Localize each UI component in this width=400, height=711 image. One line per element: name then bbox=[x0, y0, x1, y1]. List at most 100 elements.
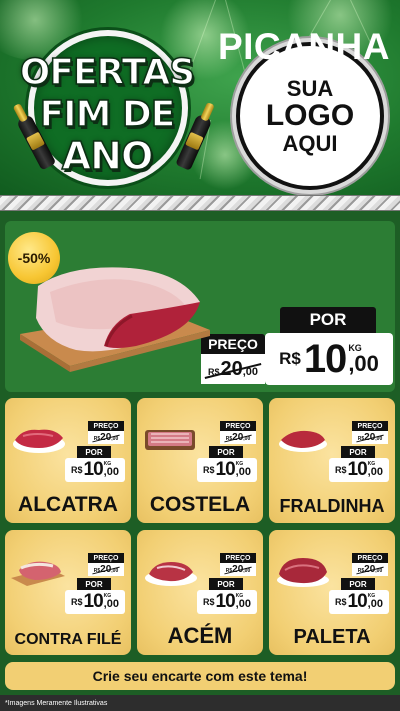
price-cents: ,00 bbox=[235, 466, 251, 478]
price-suffix: KG ,00 bbox=[236, 462, 251, 478]
product-card-costela: PREÇO R$20,00 POR R$ 10 KG ,00 COSTELA bbox=[137, 398, 263, 523]
old-price-value: R$20,00 bbox=[352, 431, 388, 444]
old-price-label: PREÇO bbox=[352, 553, 388, 563]
new-price-label: POR bbox=[209, 578, 243, 590]
price-integer: 20 bbox=[100, 564, 112, 575]
old-price-value: R$20,00 bbox=[220, 563, 256, 576]
logo-text: LOGO bbox=[265, 99, 355, 133]
product-name: FRALDINHA bbox=[279, 496, 385, 516]
new-price-value: R$ 10 KG ,00 bbox=[197, 458, 257, 482]
old-price-label: PREÇO bbox=[220, 553, 256, 563]
currency-symbol: R$ bbox=[203, 597, 215, 607]
old-price-value: R$20,00 bbox=[88, 431, 124, 444]
price-integer: 20 bbox=[100, 432, 112, 443]
price-cents: ,00 bbox=[375, 568, 383, 574]
price-integer: 10 bbox=[347, 591, 368, 612]
price-cents: ,00 bbox=[375, 436, 383, 442]
old-price-label: PREÇO bbox=[220, 421, 256, 431]
badge-title-line: OFERTAS bbox=[19, 51, 196, 94]
new-price-label: POR bbox=[77, 578, 111, 590]
currency-symbol: R$ bbox=[203, 465, 215, 475]
old-price-label: PREÇO bbox=[201, 334, 265, 354]
price-integer: 10 bbox=[83, 591, 104, 612]
old-price-value: R$20,00 bbox=[220, 431, 256, 444]
new-year-offers-badge: OFERTAS FIM DE ANO bbox=[15, 22, 213, 192]
currency-symbol: R$ bbox=[335, 465, 347, 475]
product-name: PALETA bbox=[293, 626, 371, 648]
price-cents: ,00 bbox=[243, 568, 251, 574]
new-price-value: R$ 10 KG ,00 bbox=[329, 458, 389, 482]
new-price-value: R$ 10 KG ,00 bbox=[329, 590, 389, 614]
new-price-value: R$ 10 KG ,00 bbox=[65, 590, 125, 614]
logo-text: SUA bbox=[286, 76, 334, 102]
price-suffix: KG ,00 bbox=[348, 343, 379, 376]
price-integer: 10 bbox=[347, 459, 368, 480]
product-name: CONTRA FILÉ bbox=[14, 631, 122, 648]
product-name: COSTELA bbox=[149, 493, 251, 516]
currency-symbol: R$ bbox=[279, 349, 301, 368]
price-cents: ,00 bbox=[242, 366, 259, 378]
price-integer: 10 bbox=[215, 591, 236, 612]
price-suffix: KG ,00 bbox=[368, 594, 383, 610]
product-card-acem: PREÇO R$20,00 POR R$ 10 KG ,00 ACÉM bbox=[137, 530, 263, 655]
badge-title-line: ANO bbox=[61, 133, 154, 179]
price-cents: ,00 bbox=[348, 350, 379, 376]
new-price-label: POR bbox=[209, 446, 243, 458]
price-integer: 20 bbox=[364, 564, 376, 575]
product-name: ACÉM bbox=[167, 623, 233, 648]
new-price-label: POR bbox=[77, 446, 111, 458]
new-price-label: POR bbox=[341, 578, 375, 590]
new-price-value: R$ 10 KG ,00 bbox=[197, 590, 257, 614]
price-suffix: KG ,00 bbox=[104, 594, 119, 610]
price-suffix: KG ,00 bbox=[368, 462, 383, 478]
new-price-label: POR bbox=[341, 446, 375, 458]
price-integer: 20 bbox=[232, 432, 244, 443]
old-price-strike: R$20,00 bbox=[94, 432, 118, 443]
old-price-strike: R$20,00 bbox=[94, 564, 118, 575]
price-integer: 20 bbox=[364, 432, 376, 443]
old-price-value: R$20,00 bbox=[201, 354, 265, 384]
new-price-value: R$ 10 KG ,00 bbox=[65, 458, 125, 482]
currency-symbol: R$ bbox=[71, 465, 83, 475]
badge-title-line: FIM DE bbox=[39, 93, 176, 136]
price-integer: 10 bbox=[215, 459, 236, 480]
old-price-label: PREÇO bbox=[88, 421, 124, 431]
old-price-strike: R$20,00 bbox=[226, 564, 250, 575]
price-cents: ,00 bbox=[235, 598, 251, 610]
featured-product-name: PICANHA bbox=[217, 26, 390, 67]
price-cents: ,00 bbox=[103, 466, 119, 478]
old-price-label: PREÇO bbox=[88, 553, 124, 563]
discount-badge: -50% bbox=[8, 232, 60, 284]
product-card-alcatra: PREÇO R$20,00 POR R$ 10 KG ,00 ALCATRA bbox=[5, 398, 131, 523]
currency-symbol: R$ bbox=[335, 597, 347, 607]
old-price-strike: R$20,00 bbox=[208, 358, 258, 381]
cta-banner[interactable]: Crie seu encarte com este tema! bbox=[5, 662, 395, 690]
price-cents: ,00 bbox=[243, 436, 251, 442]
price-cents: ,00 bbox=[111, 436, 119, 442]
paleta-meat-image bbox=[277, 558, 329, 587]
illustrative-images-note: *Imagens Meramente Ilustrativas bbox=[0, 695, 400, 711]
logo-text: AQUI bbox=[282, 130, 338, 156]
price-suffix: KG ,00 bbox=[104, 462, 119, 478]
old-price-label: PREÇO bbox=[352, 421, 388, 431]
fraldinha-meat-image bbox=[279, 430, 327, 452]
old-price-strike: R$20,00 bbox=[358, 564, 382, 575]
price-integer: 20 bbox=[220, 358, 243, 380]
price-cents: ,00 bbox=[367, 598, 383, 610]
price-integer: 20 bbox=[232, 564, 244, 575]
product-card-fraldinha: PREÇO R$20,00 POR R$ 10 KG ,00 FRALDINHA bbox=[269, 398, 395, 523]
alcatra-meat-image bbox=[13, 429, 65, 453]
price-integer: 10 bbox=[303, 336, 347, 381]
acem-meat-image bbox=[145, 562, 197, 586]
currency-symbol: R$ bbox=[71, 597, 83, 607]
old-price-strike: R$20,00 bbox=[226, 432, 250, 443]
price-suffix: KG ,00 bbox=[236, 594, 251, 610]
product-name: ALCATRA bbox=[18, 493, 118, 516]
old-price-value: R$20,00 bbox=[88, 563, 124, 576]
price-cents: ,00 bbox=[367, 466, 383, 478]
contra-file-meat-image bbox=[11, 561, 65, 586]
new-price-label: POR bbox=[280, 307, 376, 333]
old-price-strike: R$20,00 bbox=[358, 432, 382, 443]
new-price-value: R$ 10 KG ,00 bbox=[265, 333, 393, 385]
product-card-contra-file: PREÇO R$20,00 POR R$ 10 KG ,00 CONTRA FIL… bbox=[5, 530, 131, 655]
